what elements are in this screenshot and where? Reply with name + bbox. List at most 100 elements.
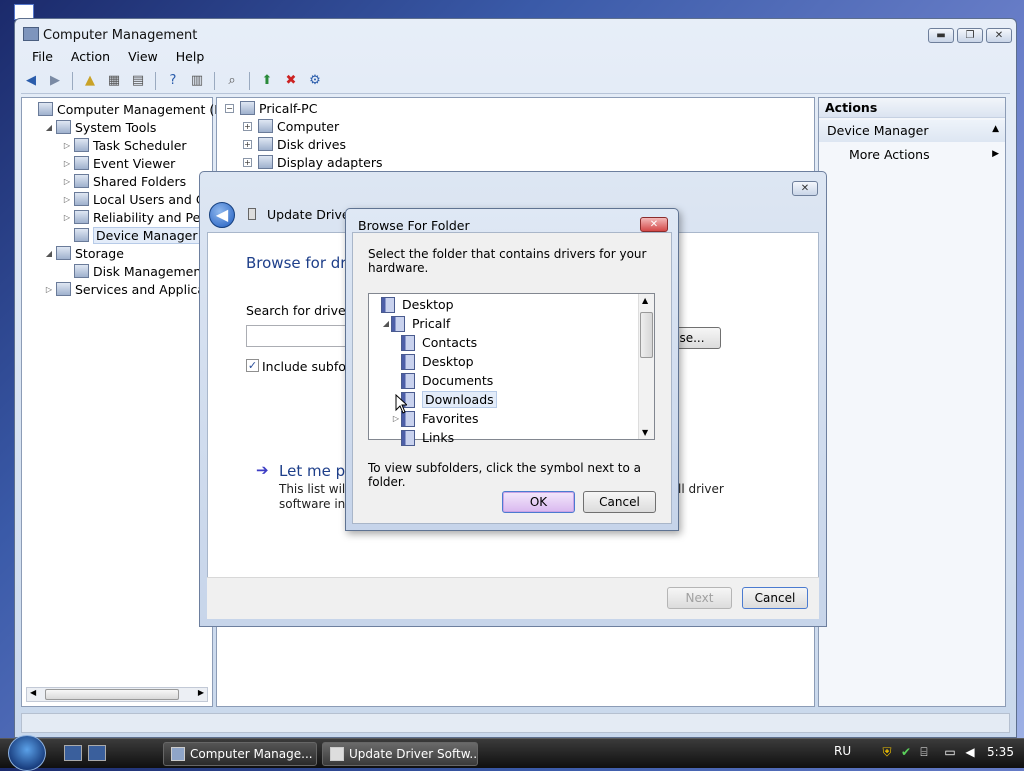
scroll-down-icon[interactable]: ▼ <box>642 428 648 437</box>
mouse-cursor-icon <box>395 394 407 414</box>
show-hide-tree-icon[interactable]: ▦ <box>104 71 124 91</box>
properties-icon[interactable]: ▤ <box>128 71 148 91</box>
device-tree-item[interactable]: + Disk drives <box>243 135 346 153</box>
device-tree-item[interactable]: + Computer <box>243 117 339 135</box>
folder-label: Contacts <box>422 335 478 350</box>
scroll-thumb[interactable] <box>640 312 653 358</box>
title-bar[interactable]: Computer Management ▬ ❐ ✕ <box>15 19 1016 49</box>
enable-device-icon[interactable]: ⚙ <box>305 71 325 91</box>
folder-label: Pricalf <box>412 316 451 331</box>
tree-node-icon <box>38 102 53 116</box>
folder-item[interactable]: ◢ Pricalf <box>381 314 450 333</box>
tree-item[interactable]: ◢ System Tools <box>44 118 156 136</box>
search-location-field[interactable] <box>246 325 356 347</box>
wizard-close-button[interactable]: ✕ <box>792 181 818 196</box>
volume-icon[interactable]: ◀ <box>963 745 977 761</box>
dialog-close-button[interactable]: ✕ <box>640 217 668 232</box>
folder-label: Downloads <box>422 391 497 408</box>
expand-toggle-icon[interactable]: + <box>243 157 252 167</box>
tree-node-icon <box>74 210 89 224</box>
tree-item[interactable]: Computer Management (Local <box>26 100 247 118</box>
console-tree-pane: Computer Management (Local ◢ System Tools ▷… <box>21 97 247 707</box>
vertical-scrollbar[interactable]: ▲ ▼ <box>638 294 654 439</box>
expand-arrow-icon[interactable]: ▷ <box>44 285 54 294</box>
tree-item[interactable]: ▷ Shared Folders <box>62 172 186 190</box>
toolbar: ◀ ▶ ▲ ▦ ▤ ? ▥ ⌕ ⬆ ✖ ⚙ <box>21 68 1010 94</box>
show-hide-action-pane-icon[interactable]: ▥ <box>187 71 207 91</box>
folder-item[interactable]: Links <box>391 428 454 447</box>
folder-tree[interactable]: Desktop ◢ Pricalf Contacts Desktop Documents D… <box>368 293 655 446</box>
expand-toggle-icon[interactable]: − <box>225 103 234 113</box>
expand-arrow-icon[interactable]: ◢ <box>44 123 54 132</box>
expand-arrow-icon[interactable]: ▷ <box>62 141 72 150</box>
scroll-left-icon[interactable]: ◀ <box>30 688 36 697</box>
switch-windows-icon[interactable] <box>88 745 106 761</box>
computer-management-icon <box>171 747 185 761</box>
folder-item[interactable]: Desktop <box>391 352 474 371</box>
expand-arrow-icon[interactable]: ▷ <box>62 195 72 204</box>
display-icon[interactable]: ▭ <box>943 745 957 761</box>
security-shield-icon[interactable]: ⛨ <box>880 745 894 761</box>
menu-action[interactable]: Action <box>62 47 119 67</box>
expand-arrow-icon[interactable]: ▷ <box>391 414 401 423</box>
tree-item[interactable]: ▷ Event Viewer <box>62 154 175 172</box>
update-driver-icon[interactable]: ⬆ <box>257 71 277 91</box>
wizard-cancel-button[interactable]: Cancel <box>742 587 808 609</box>
checkmark-icon[interactable]: ✔ <box>899 745 913 761</box>
expand-arrow-icon[interactable]: ▷ <box>62 159 72 168</box>
network-icon[interactable]: ⌸ <box>917 745 931 761</box>
maximize-button[interactable]: ❐ <box>957 28 983 43</box>
start-button[interactable] <box>8 735 46 771</box>
menu-view[interactable]: View <box>119 47 167 67</box>
toolbar-separator <box>214 71 215 90</box>
horizontal-scrollbar[interactable]: ◀ ▶ <box>26 687 208 702</box>
expand-arrow-icon[interactable]: ◢ <box>44 249 54 258</box>
folder-item[interactable]: Documents <box>391 371 493 390</box>
collapse-icon[interactable]: ▲ <box>992 124 999 134</box>
close-button[interactable]: ✕ <box>986 28 1012 43</box>
folder-item[interactable]: Contacts <box>391 333 477 352</box>
forward-arrow-icon[interactable]: ▶ <box>45 71 65 91</box>
language-indicator[interactable]: RU <box>834 744 851 758</box>
help-icon[interactable]: ? <box>163 71 183 91</box>
actions-section-device-manager[interactable]: Device Manager ▲ <box>819 120 1005 142</box>
more-actions-item[interactable]: More Actions ▶ <box>819 144 1005 166</box>
expand-arrow-icon[interactable]: ▷ <box>62 177 72 186</box>
taskbar-update-driver[interactable]: Update Driver Softw... <box>322 742 478 766</box>
scroll-up-icon[interactable]: ▲ <box>642 296 648 305</box>
taskbar-computer-management[interactable]: Computer Manage... <box>163 742 317 766</box>
device-tree-item[interactable]: + Display adapters <box>243 153 382 171</box>
folder-item[interactable]: Desktop <box>371 295 454 314</box>
folder-icon <box>401 334 415 351</box>
expand-arrow-icon[interactable]: ◢ <box>381 319 391 328</box>
dialog-cancel-button[interactable]: Cancel <box>583 491 656 513</box>
expand-toggle-icon[interactable]: + <box>243 121 252 131</box>
device-tree-item[interactable]: − Pricalf-PC <box>225 99 317 117</box>
expand-arrow-icon[interactable]: ▷ <box>62 213 72 222</box>
menu-file[interactable]: File <box>23 47 62 67</box>
back-arrow-icon[interactable]: ◀ <box>209 202 235 228</box>
tree-item-label: Shared Folders <box>93 173 187 189</box>
device-category-icon <box>258 155 273 169</box>
tree-item[interactable]: Device Manager <box>62 226 201 244</box>
next-button[interactable]: Next <box>667 587 732 609</box>
scroll-thumb[interactable] <box>45 689 179 700</box>
minimize-button[interactable]: ▬ <box>928 28 954 43</box>
expand-toggle-icon[interactable]: + <box>243 139 252 149</box>
folder-icon <box>401 372 415 389</box>
uninstall-icon[interactable]: ✖ <box>281 71 301 91</box>
show-desktop-icon[interactable] <box>64 745 82 761</box>
wizard-heading: Browse for driv <box>246 254 360 272</box>
scroll-right-icon[interactable]: ▶ <box>198 688 204 697</box>
ok-button[interactable]: OK <box>502 491 575 513</box>
include-subfolders-checkbox[interactable]: ✓ <box>246 359 259 372</box>
up-folder-icon[interactable]: ▲ <box>80 71 100 91</box>
menu-help[interactable]: Help <box>167 47 214 67</box>
back-arrow-icon[interactable]: ◀ <box>21 71 41 91</box>
folder-label: Documents <box>422 373 494 388</box>
tree-item[interactable]: Disk Management <box>62 262 206 280</box>
clock[interactable]: 5:35 <box>987 745 1014 759</box>
tree-item[interactable]: ◢ Storage <box>44 244 124 262</box>
tree-item[interactable]: ▷ Task Scheduler <box>62 136 187 154</box>
scan-hardware-icon[interactable]: ⌕ <box>222 71 242 91</box>
